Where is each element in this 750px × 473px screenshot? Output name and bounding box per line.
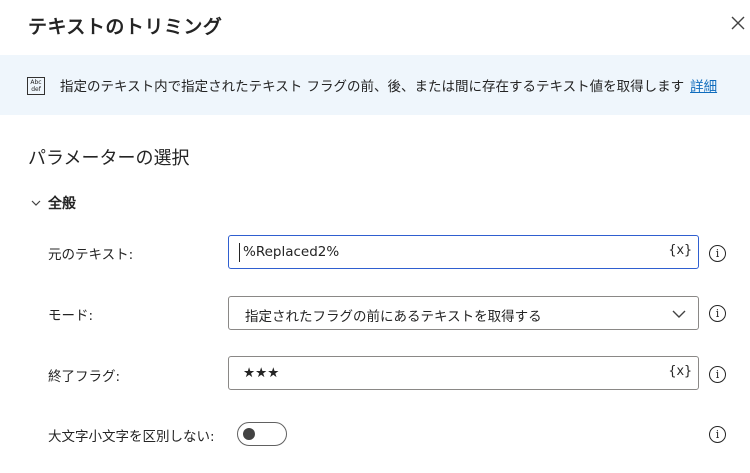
- dialog-title: テキストのトリミング: [28, 16, 223, 38]
- info-icon[interactable]: i: [709, 245, 726, 262]
- mode-dropdown[interactable]: 指定されたフラグの前にあるテキストを取得する: [228, 296, 699, 330]
- end-flag-input[interactable]: ★★★ {x}: [228, 356, 699, 390]
- banner-text: 指定のテキスト内で指定されたテキスト フラグの前、後、または間に存在するテキスト…: [60, 79, 685, 95]
- group-general-label[interactable]: 全般: [48, 193, 76, 213]
- mode-selected-value: 指定されたフラグの前にあるテキストを取得する: [245, 309, 542, 325]
- original-text-input[interactable]: %Replaced2% {x}: [228, 235, 699, 269]
- ignore-case-toggle[interactable]: [237, 422, 287, 446]
- close-icon[interactable]: [729, 14, 747, 32]
- mode-label: モード:: [48, 308, 94, 324]
- text-abc-def-icon: Abc def: [27, 77, 45, 95]
- text-caret: [239, 243, 240, 262]
- end-flag-value: ★★★: [243, 365, 280, 381]
- section-title: パラメーターの選択: [28, 148, 190, 169]
- chevron-down-icon[interactable]: [672, 307, 686, 321]
- info-banner: Abc def 指定のテキスト内で指定されたテキスト フラグの前、後、または間に…: [0, 55, 750, 115]
- info-icon[interactable]: i: [709, 305, 726, 322]
- variable-picker-button[interactable]: {x}: [669, 364, 692, 379]
- info-icon[interactable]: i: [709, 366, 726, 383]
- end-flag-label: 終了フラグ:: [48, 369, 121, 385]
- original-text-label: 元のテキスト:: [48, 247, 134, 263]
- details-link[interactable]: 詳細: [690, 79, 717, 95]
- variable-picker-button[interactable]: {x}: [669, 243, 692, 258]
- chevron-down-icon[interactable]: [30, 197, 42, 209]
- info-icon[interactable]: i: [709, 426, 726, 443]
- original-text-value: %Replaced2%: [243, 244, 340, 260]
- ignore-case-label: 大文字小文字を区別しない:: [48, 429, 215, 445]
- toggle-knob: [243, 428, 255, 440]
- banner-description: 指定のテキスト内で指定されたテキスト フラグの前、後、または間に存在するテキスト…: [60, 75, 717, 95]
